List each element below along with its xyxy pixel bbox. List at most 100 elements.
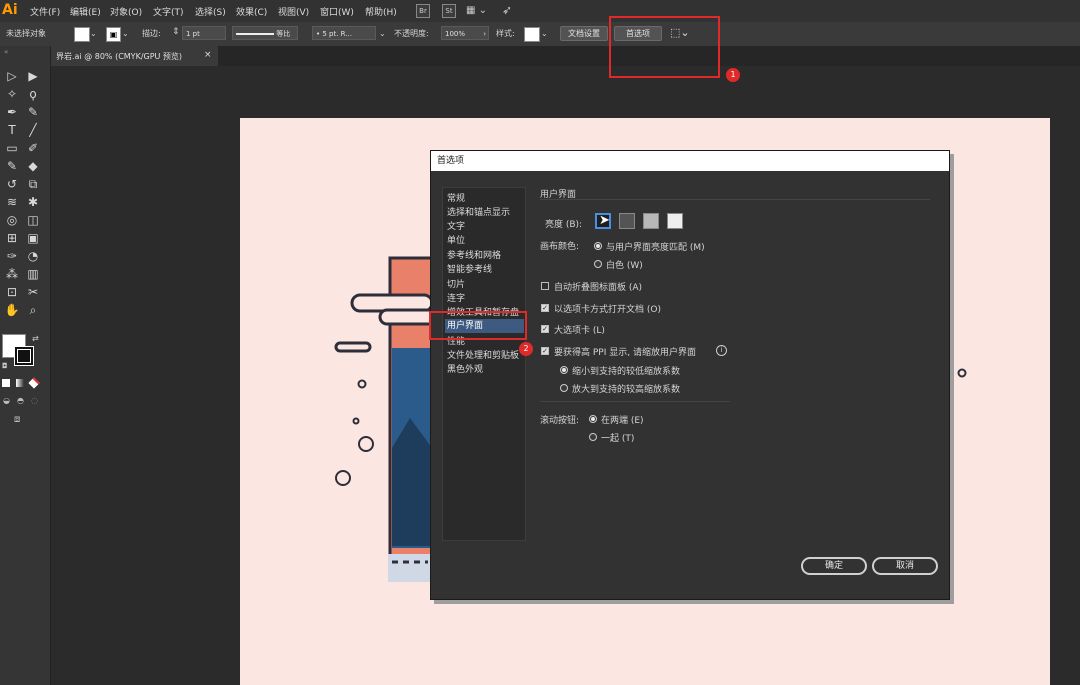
paintbrush-icon[interactable]: ✐ (25, 140, 41, 156)
dialog-titlebar[interactable]: 首选项 (431, 151, 949, 171)
gradient-mode-icon[interactable] (16, 379, 24, 387)
line-tool-icon[interactable]: ╱ (25, 122, 41, 138)
chevron-down-icon[interactable]: ⌄ (90, 29, 97, 38)
mesh-tool-icon[interactable]: ⊞ (4, 230, 20, 246)
stock-icon[interactable]: St (442, 4, 456, 18)
magic-wand-icon[interactable]: ✧ (4, 86, 20, 102)
lasso-icon[interactable]: ϙ (25, 86, 41, 102)
scale-down-radio[interactable] (560, 366, 568, 374)
stepper-icon[interactable]: ⇕ (172, 27, 180, 37)
shape-builder-icon[interactable]: ◎ (4, 212, 20, 228)
category-item[interactable]: 常规 (447, 191, 465, 204)
pen-tool-icon[interactable]: ✒ (4, 104, 20, 120)
draw-normal-icon[interactable]: ◒ (3, 396, 10, 405)
opacity-field[interactable]: 100% › (441, 26, 489, 40)
shaper-tool-icon[interactable]: ✎ (4, 158, 20, 174)
category-item[interactable]: 切片 (447, 277, 465, 290)
cancel-button[interactable]: 取消 (872, 557, 938, 575)
symbol-sprayer-icon[interactable]: ⁂ (4, 266, 20, 282)
scroll-together-radio[interactable] (589, 433, 597, 441)
open-as-tabs-checkbox[interactable]: ✓ (541, 304, 549, 312)
menu-file[interactable]: 文件(F) (30, 5, 60, 18)
blend-tool-icon[interactable]: ◔ (25, 248, 41, 264)
width-tool-icon[interactable]: ≋ (4, 194, 20, 210)
eyedropper-icon[interactable]: ✑ (4, 248, 20, 264)
scroll-at-ends-radio[interactable] (589, 415, 597, 423)
gradient-tool-icon[interactable]: ▣ (25, 230, 41, 246)
stroke-profile-select[interactable]: 等比 (232, 26, 298, 40)
bubble (335, 470, 351, 486)
stroke-swatch[interactable]: ▣ (106, 27, 121, 42)
fill-swatch[interactable] (74, 27, 90, 42)
section-divider (540, 199, 930, 200)
bridge-icon[interactable]: Br (416, 4, 430, 18)
high-ppi-checkbox[interactable]: ✓ (541, 347, 549, 355)
type-tool-icon[interactable]: T (4, 122, 20, 138)
category-item[interactable]: 连字 (447, 291, 465, 304)
menu-effect[interactable]: 效果(C) (236, 5, 267, 18)
ok-button[interactable]: 确定 (801, 557, 867, 575)
brightness-medium-dark-swatch[interactable] (619, 213, 635, 229)
menu-type[interactable]: 文字(T) (153, 5, 184, 18)
slice-tool-icon[interactable]: ✂ (25, 284, 41, 300)
canvas-white-radio[interactable] (594, 260, 602, 268)
menu-view[interactable]: 视图(V) (278, 5, 309, 18)
close-icon[interactable]: × (204, 50, 212, 60)
draw-behind-icon[interactable]: ◓ (17, 396, 24, 405)
collapse-icon[interactable]: « (4, 48, 8, 56)
hand-tool-icon[interactable]: ✋ (4, 302, 20, 318)
default-colors-icon[interactable]: ◘ (2, 362, 8, 370)
rocket-icon[interactable]: ➶ (502, 3, 512, 17)
puppet-warp-icon[interactable]: ✱ (25, 194, 41, 210)
menu-help[interactable]: 帮助(H) (365, 5, 397, 18)
brightness-light-swatch[interactable] (667, 213, 683, 229)
menu-edit[interactable]: 编辑(E) (70, 5, 101, 18)
scale-up-radio[interactable] (560, 384, 568, 392)
document-tab[interactable]: 界岩.ai @ 80% (CMYK/GPU 预览) × (50, 46, 218, 66)
auto-collapse-checkbox[interactable] (541, 282, 549, 290)
stroke-weight-field[interactable]: 1 pt (182, 26, 226, 40)
category-item[interactable]: 参考线和网格 (447, 248, 501, 261)
cloud-bar (334, 341, 372, 353)
zoom-tool-icon[interactable]: ⌕ (25, 302, 41, 318)
info-icon[interactable]: i (716, 345, 727, 356)
document-setup-button[interactable]: 文档设置 (560, 26, 608, 41)
graphic-style-swatch[interactable] (524, 27, 540, 42)
control-bar: 未选择对象 ⌄ ▣ ⌄ 描边: ⇕ 1 pt 等比 • 5 pt. R... ⌄… (0, 22, 1080, 47)
screen-mode-icon[interactable]: ⧈ (14, 414, 20, 425)
chevron-down-icon[interactable]: ⌄ (122, 29, 129, 38)
brightness-medium-light-swatch[interactable] (643, 213, 659, 229)
workspace-switcher-icon[interactable]: ▦ ⌄ (466, 5, 487, 16)
perspective-grid-icon[interactable]: ◫ (25, 212, 41, 228)
menu-object[interactable]: 对象(O) (110, 5, 142, 18)
scale-tool-icon[interactable]: ⧉ (25, 176, 41, 192)
category-item[interactable]: 单位 (447, 233, 465, 246)
canvas-match-radio[interactable] (594, 242, 602, 250)
graph-tool-icon[interactable]: ▥ (25, 266, 41, 282)
chevron-down-icon[interactable]: ⌄ (379, 29, 386, 38)
scale-down-label: 缩小到支持的较低缩放系数 (572, 367, 681, 377)
category-item[interactable]: 文件处理和剪贴板 (447, 348, 519, 361)
swap-colors-icon[interactable]: ⇄ (32, 334, 39, 343)
category-item[interactable]: 选择和锚点显示 (447, 205, 510, 218)
category-item[interactable]: 黑色外观 (447, 362, 483, 375)
category-item[interactable]: 智能参考线 (447, 262, 492, 275)
chevron-down-icon[interactable]: ⌄ (541, 29, 548, 38)
direct-selection-tool-icon[interactable]: ▶ (25, 68, 41, 84)
menu-select[interactable]: 选择(S) (195, 5, 226, 18)
category-item[interactable]: 文字 (447, 219, 465, 232)
brush-select[interactable]: • 5 pt. R... (312, 26, 376, 40)
none-mode-icon[interactable] (28, 377, 40, 389)
color-mode-icon[interactable] (2, 379, 10, 387)
canvas-color-label: 画布颜色: (540, 242, 580, 252)
eraser-icon[interactable]: ◆ (25, 158, 41, 174)
stroke-color-icon[interactable] (14, 346, 34, 366)
artboard-tool-icon[interactable]: ⊡ (4, 284, 20, 300)
large-tabs-checkbox[interactable]: ✓ (541, 325, 549, 333)
rectangle-tool-icon[interactable]: ▭ (4, 140, 20, 156)
rotate-tool-icon[interactable]: ↺ (4, 176, 20, 192)
selection-tool-icon[interactable]: ▷ (4, 68, 20, 84)
draw-inside-icon[interactable]: ◌ (31, 396, 38, 405)
curvature-tool-icon[interactable]: ✎ (25, 104, 41, 120)
menu-window[interactable]: 窗口(W) (320, 5, 354, 18)
